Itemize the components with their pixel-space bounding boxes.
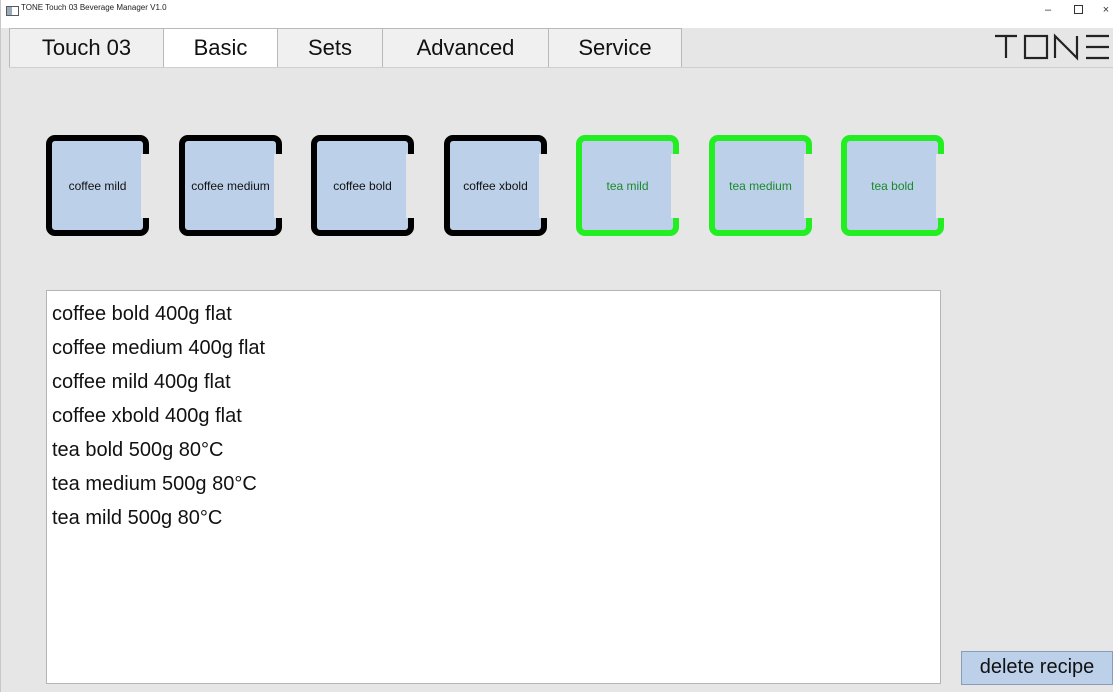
tab-sets[interactable]: Sets [277, 28, 383, 68]
recipe-button-coffee-bold[interactable]: coffee bold [311, 135, 414, 236]
tab-service[interactable]: Service [548, 28, 682, 68]
list-item[interactable]: coffee xbold 400g flat [52, 399, 940, 433]
tab-basic[interactable]: Basic [163, 28, 278, 68]
list-item[interactable]: coffee medium 400g flat [52, 331, 940, 365]
tab-touch-03[interactable]: Touch 03 [9, 28, 164, 68]
app-window-icon [6, 6, 19, 16]
recipe-button-label: coffee bold [333, 178, 392, 193]
maximize-button[interactable] [1067, 2, 1089, 18]
title-bar[interactable]: TONE Touch 03 Beverage Manager V1.0 – × [1, 0, 1113, 28]
tab-bar: Touch 03 Basic Sets Advanced Service [9, 28, 682, 68]
list-item[interactable]: tea bold 500g 80°C [52, 433, 940, 467]
list-item[interactable]: coffee bold 400g flat [52, 297, 940, 331]
list-item[interactable]: coffee mild 400g flat [52, 365, 940, 399]
recipe-list[interactable]: coffee bold 400g flat coffee medium 400g… [46, 290, 941, 684]
recipe-button-tea-bold[interactable]: tea bold [841, 135, 944, 236]
delete-recipe-button[interactable]: delete recipe [961, 651, 1113, 685]
minimize-button[interactable]: – [1037, 2, 1059, 18]
recipe-button-label: tea medium [729, 178, 792, 193]
recipe-button-tea-medium[interactable]: tea medium [709, 135, 812, 236]
list-item[interactable]: tea mild 500g 80°C [52, 501, 940, 535]
maximize-icon [1073, 4, 1083, 14]
recipe-button-label: tea bold [871, 178, 914, 193]
recipe-button-coffee-xbold[interactable]: coffee xbold [444, 135, 547, 236]
app-window: TONE Touch 03 Beverage Manager V1.0 – × … [0, 0, 1113, 692]
recipe-button-label: coffee xbold [463, 178, 528, 193]
recipe-button-label: tea mild [606, 178, 649, 193]
tab-divider [9, 67, 1113, 68]
window-title: TONE Touch 03 Beverage Manager V1.0 [21, 3, 167, 12]
tone-logo-icon [995, 33, 1109, 61]
tab-advanced[interactable]: Advanced [382, 28, 549, 68]
close-button[interactable]: × [1095, 2, 1113, 18]
recipe-button-coffee-medium[interactable]: coffee medium [179, 135, 282, 236]
recipe-button-label: coffee medium [191, 178, 270, 193]
recipe-button-label: coffee mild [68, 178, 127, 193]
recipe-button-tea-mild[interactable]: tea mild [576, 135, 679, 236]
list-item[interactable]: tea medium 500g 80°C [52, 467, 940, 501]
recipe-button-coffee-mild[interactable]: coffee mild [46, 135, 149, 236]
